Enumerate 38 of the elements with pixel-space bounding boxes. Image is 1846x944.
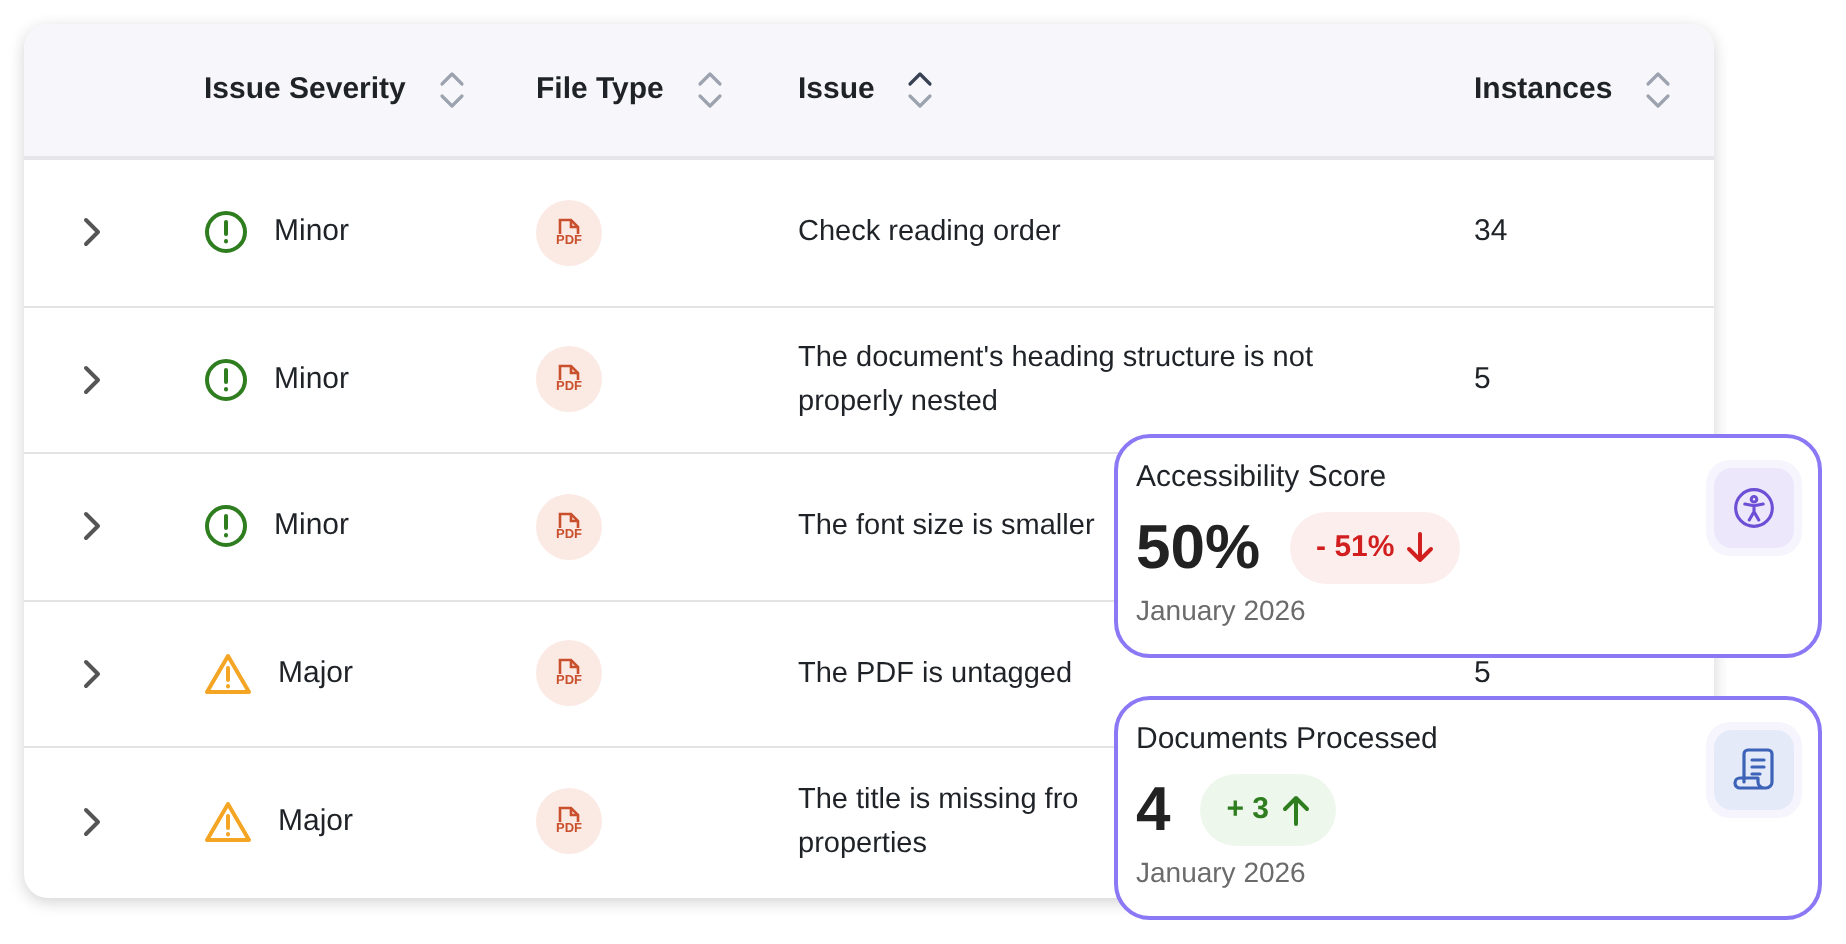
exclamation-circle-icon — [204, 357, 248, 402]
expand-chevron-icon[interactable] — [82, 216, 102, 249]
exclamation-circle-icon — [204, 504, 248, 549]
severity-label: Major — [278, 653, 354, 693]
instances-count: 5 — [1474, 655, 1491, 690]
issue-text: The font size is smaller — [798, 508, 1095, 547]
severity-label: Minor — [274, 506, 350, 546]
metric-title: Documents Processed — [1136, 720, 1438, 760]
column-header[interactable]: File Type — [536, 67, 664, 113]
issue-text: The title is missing fro properties — [798, 781, 1079, 864]
metric-value: 50% — [1136, 512, 1261, 584]
metric-period: January 2026 — [1136, 854, 1308, 890]
warning-triangle-icon — [204, 651, 252, 696]
issue-text: Check reading order — [798, 214, 1061, 253]
sort-icon[interactable] — [906, 70, 935, 110]
accessibility-icon — [1732, 486, 1776, 530]
expand-chevron-icon[interactable] — [82, 657, 102, 690]
severity-label: Minor — [274, 359, 350, 399]
column-header[interactable]: Issue — [798, 67, 875, 113]
warning-triangle-icon — [204, 799, 252, 844]
metric-period: January 2026 — [1136, 592, 1308, 628]
expand-chevron-icon[interactable] — [82, 363, 102, 396]
instances-count: 5 — [1474, 361, 1491, 396]
exclamation-circle-icon — [204, 210, 248, 255]
change-badge: + 3 — [1200, 774, 1336, 846]
instances-count: 34 — [1474, 214, 1508, 249]
column-header[interactable]: Issue Severity — [204, 67, 406, 113]
severity-label: Major — [278, 801, 354, 841]
metric-value: 4 — [1136, 774, 1171, 846]
scroll-icon — [1732, 746, 1776, 794]
metric-title: Accessibility Score — [1136, 458, 1389, 498]
severity-label: Minor — [274, 212, 350, 252]
column-header[interactable]: Instances — [1474, 67, 1613, 113]
issue-text: The PDF is untagged — [798, 655, 1073, 694]
expand-chevron-icon[interactable] — [82, 510, 102, 543]
change-badge: - 51% — [1290, 512, 1461, 584]
issue-text: The document's heading structure is not properly nested — [798, 339, 1313, 422]
expand-chevron-icon[interactable] — [82, 805, 102, 838]
